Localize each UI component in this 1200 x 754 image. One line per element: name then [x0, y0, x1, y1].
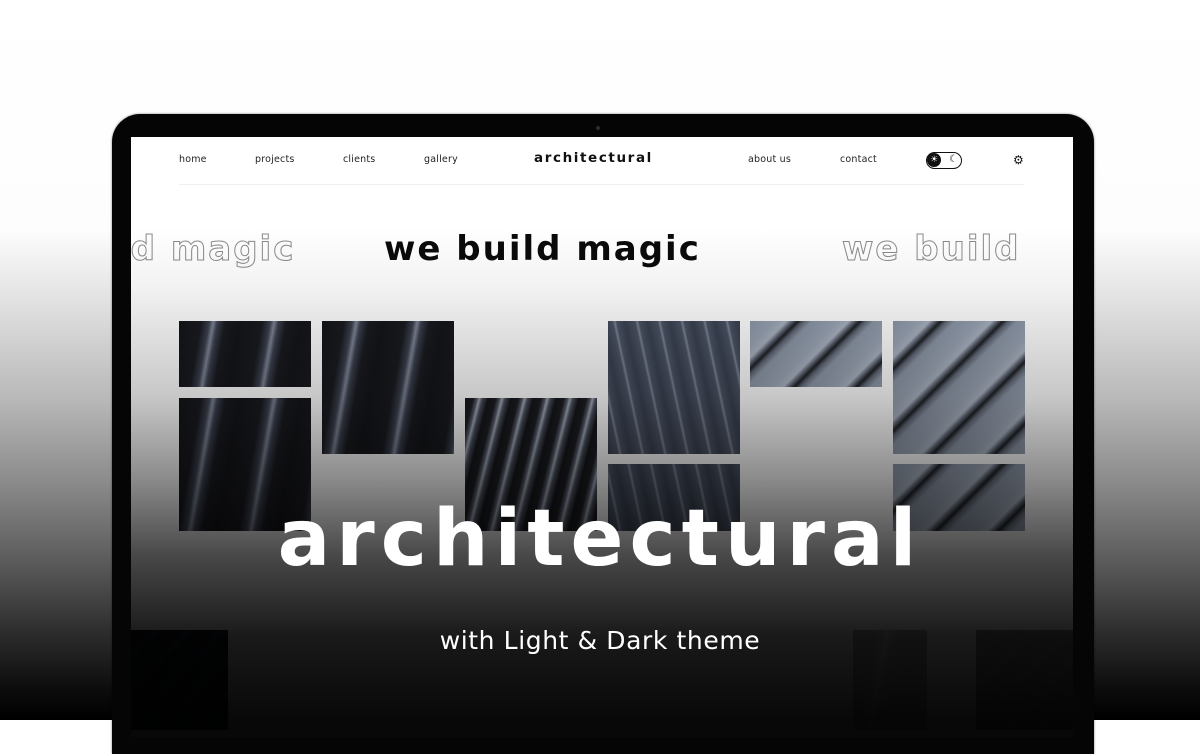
- marquee-outline-left: ld magic: [131, 229, 296, 270]
- site-logo[interactable]: architectural: [534, 150, 653, 166]
- nav-link-contact[interactable]: contact: [840, 154, 877, 165]
- nav-divider: [179, 184, 1024, 185]
- gallery-tile-dark-3[interactable]: [322, 321, 454, 454]
- nav-link-gallery[interactable]: gallery: [424, 154, 458, 165]
- moon-icon: ☾: [949, 154, 958, 165]
- nav-link-projects[interactable]: projects: [255, 154, 295, 165]
- site-navbar: home projects clients gallery architectu…: [131, 137, 1073, 185]
- promo-subline: with Light & Dark theme: [439, 626, 761, 655]
- sun-icon: ☀: [927, 153, 941, 167]
- promo-headline: architectural: [277, 494, 923, 584]
- gear-icon[interactable]: ⚙: [1013, 153, 1024, 167]
- nav-link-clients[interactable]: clients: [343, 154, 375, 165]
- nav-link-home[interactable]: home: [179, 154, 207, 165]
- marquee-outline-right: we build: [842, 229, 1021, 270]
- marquee-center-text: we build magic: [384, 229, 701, 269]
- gallery-tile-curve-1[interactable]: [608, 321, 740, 454]
- gallery-tile-diag-2[interactable]: [893, 321, 1025, 454]
- webcam-dot: [596, 126, 600, 130]
- marquee-banner: ld magic we build magic we build: [131, 229, 1073, 279]
- gallery-tile-diag-1[interactable]: [750, 321, 882, 387]
- gallery-tile-dark-1[interactable]: [179, 321, 311, 387]
- nav-link-about-us[interactable]: about us: [748, 154, 791, 165]
- theme-toggle[interactable]: ☀ ☾: [926, 152, 962, 169]
